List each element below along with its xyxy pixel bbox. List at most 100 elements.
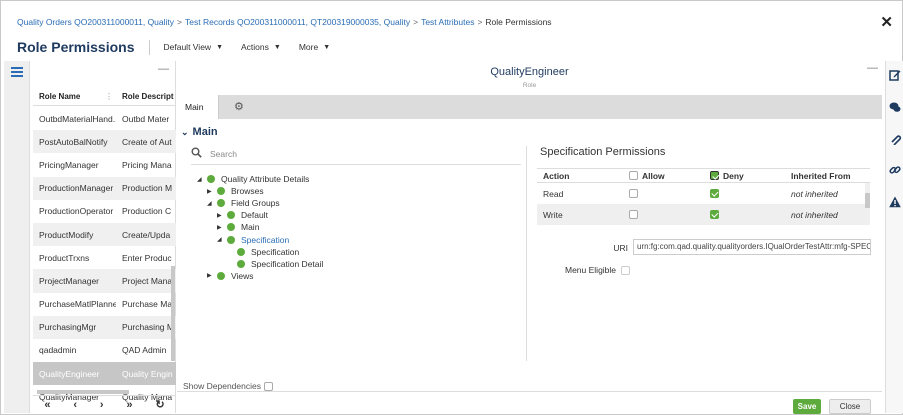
next-page-icon[interactable]: › xyxy=(100,399,104,411)
permissions-table: Action Allow Deny Inherited From Read not… xyxy=(537,168,870,225)
breadcrumb-item-quality-orders[interactable]: Quality Orders QO200311000011, Quality xyxy=(17,17,174,27)
role-list-panel: — Role Name ⋮ Role Descript OutbdMaterial… xyxy=(33,61,176,413)
search-input[interactable] xyxy=(210,149,490,159)
table-row[interactable]: qadadmin QAD Admin xyxy=(33,339,176,362)
role-description-cell: Pricing Mana xyxy=(122,159,172,170)
refresh-icon[interactable]: ↻ xyxy=(155,398,164,411)
role-description-cell: Create of Aut xyxy=(122,136,172,147)
vertical-scrollbar[interactable] xyxy=(171,266,175,361)
tree-node-label: Specification Detail xyxy=(251,258,324,269)
role-subtitle: Role xyxy=(522,82,537,89)
breadcrumb-separator: > xyxy=(177,17,182,27)
tree-node[interactable]: Specification Detail xyxy=(197,258,323,270)
status-dot-icon xyxy=(217,271,225,280)
breadcrumb-item-role-permissions: Role Permissions xyxy=(485,17,552,27)
menu-eligible: Menu Eligible xyxy=(565,265,631,275)
close-button[interactable]: Close xyxy=(829,399,871,414)
table-row[interactable]: ProjectManager Project Mana xyxy=(33,269,176,293)
tree-node[interactable]: ▶ Browses xyxy=(197,185,323,197)
breadcrumb-item-test-attributes[interactable]: Test Attributes xyxy=(421,17,474,27)
caret-right-icon[interactable]: ▶ xyxy=(207,188,217,195)
role-description-cell: Purchasing M xyxy=(122,322,174,333)
uri-field[interactable]: urn:fg:com.qad.quality.qualityorders.IQu… xyxy=(633,239,871,255)
menu-eligible-checkbox[interactable] xyxy=(621,265,631,275)
permissions-scrollbar[interactable] xyxy=(865,183,870,225)
tree-node[interactable]: ◢ Quality Attribute Details xyxy=(197,173,323,185)
table-row[interactable]: QualityEngineer Quality Engin xyxy=(33,362,176,386)
deny-checkbox[interactable] xyxy=(710,210,719,219)
role-list-rows: OutbdMaterialHand... Outbd Mater PostAutoB… xyxy=(33,107,176,408)
table-row[interactable]: PostAutoBalNotify Create of Aut xyxy=(33,130,176,154)
permissions-table-header: Action Allow Deny Inherited From xyxy=(537,168,870,183)
collapse-panel-icon[interactable]: — xyxy=(158,63,169,75)
table-row[interactable]: ProductionManager Production M xyxy=(33,176,176,200)
allow-checkbox[interactable] xyxy=(629,210,638,219)
search-bar xyxy=(191,146,521,162)
attachment-icon[interactable] xyxy=(889,133,901,145)
horizontal-scrollbar[interactable] xyxy=(37,390,129,394)
previous-page-icon[interactable]: ‹ xyxy=(73,399,77,411)
caret-down-icon[interactable]: ◢ xyxy=(207,200,217,207)
caret-down-icon: ▼ xyxy=(323,43,331,51)
breadcrumb: Quality Orders QO200311000011, Quality > T… xyxy=(17,17,552,27)
deny-all-checkbox[interactable] xyxy=(710,171,719,180)
tree-node[interactable]: ▶ Default xyxy=(197,209,323,221)
breadcrumb-item-test-records[interactable]: Test Records QO200311000011, QT200319000… xyxy=(185,17,410,27)
table-row[interactable]: ProductTrxns Enter Produc xyxy=(33,246,176,269)
chevron-down-icon: ⌄ xyxy=(181,127,189,137)
table-row[interactable]: PurchasingMgr Purchasing M xyxy=(33,315,176,339)
tree-node[interactable]: ◢ Specification xyxy=(197,233,323,245)
table-row[interactable]: ProductionOperator Production C xyxy=(33,200,176,223)
table-row[interactable]: PurchaseMatlPlanner Purchase Mat xyxy=(33,293,176,316)
caret-down-icon[interactable]: ◢ xyxy=(197,176,207,183)
column-header-role-name[interactable]: Role Name ⋮ xyxy=(33,92,116,101)
caret-right-icon[interactable]: ▶ xyxy=(217,212,227,219)
last-page-icon[interactable]: » xyxy=(126,399,132,411)
tree-node[interactable]: ▶ Views xyxy=(197,270,323,282)
permission-tree: ◢ Quality Attribute Details ▶ Browses ◢ Field… xyxy=(197,173,323,282)
table-row[interactable]: OutbdMaterialHand... Outbd Mater xyxy=(33,107,176,130)
table-row[interactable]: ProductModify Create/Upda xyxy=(33,222,176,247)
caret-right-icon[interactable]: ▶ xyxy=(207,272,217,279)
comments-icon[interactable] xyxy=(889,101,901,113)
more-menu[interactable]: More ▼ xyxy=(299,42,330,52)
role-name-cell: PostAutoBalNotify xyxy=(39,136,108,147)
search-icon xyxy=(191,147,202,161)
tree-node[interactable]: ◢ Field Groups xyxy=(197,197,323,209)
tree-node-label: Views xyxy=(231,270,254,281)
uri-label: URI xyxy=(613,243,628,253)
tree-node[interactable]: Specification xyxy=(197,246,323,258)
tab-main[interactable]: Main xyxy=(177,95,219,119)
edit-icon[interactable] xyxy=(889,69,901,81)
status-dot-icon xyxy=(237,247,245,256)
tree-node[interactable]: ▶ Main xyxy=(197,221,323,233)
allow-checkbox[interactable] xyxy=(629,189,638,198)
footer-divider xyxy=(177,391,882,392)
caret-down-icon[interactable]: ◢ xyxy=(217,236,227,243)
gear-icon[interactable]: ⚙ xyxy=(234,100,244,113)
role-name-cell: ProductionManager xyxy=(39,183,114,194)
list-icon[interactable] xyxy=(11,67,23,77)
table-row[interactable]: PricingManager Pricing Mana xyxy=(33,153,176,176)
deny-checkbox[interactable] xyxy=(710,189,719,198)
show-dependencies-checkbox[interactable] xyxy=(263,381,273,391)
column-menu-icon[interactable]: ⋮ xyxy=(105,92,113,101)
close-icon[interactable]: ✕ xyxy=(880,13,893,31)
allow-cell xyxy=(629,189,710,198)
role-name-cell: ProductionOperator xyxy=(39,206,114,217)
default-view-menu[interactable]: Default View ▼ xyxy=(164,42,224,52)
show-dependencies: Show Dependencies xyxy=(183,381,273,391)
caret-right-icon[interactable]: ▶ xyxy=(217,224,227,231)
first-page-icon[interactable]: « xyxy=(44,399,50,411)
minimize-icon[interactable]: — xyxy=(867,62,878,74)
actions-menu[interactable]: Actions ▼ xyxy=(241,42,281,52)
section-header-main[interactable]: ⌄ Main xyxy=(181,126,218,138)
save-button[interactable]: Save xyxy=(793,399,821,414)
link-icon[interactable] xyxy=(889,164,901,176)
tree-node-label: Browses xyxy=(231,186,264,197)
allow-all-checkbox[interactable] xyxy=(629,171,638,180)
warning-icon[interactable] xyxy=(889,196,901,208)
role-description-cell: Enter Produc xyxy=(122,252,172,263)
column-header-role-description[interactable]: Role Descript xyxy=(116,92,176,101)
show-dependencies-label: Show Dependencies xyxy=(183,381,261,391)
